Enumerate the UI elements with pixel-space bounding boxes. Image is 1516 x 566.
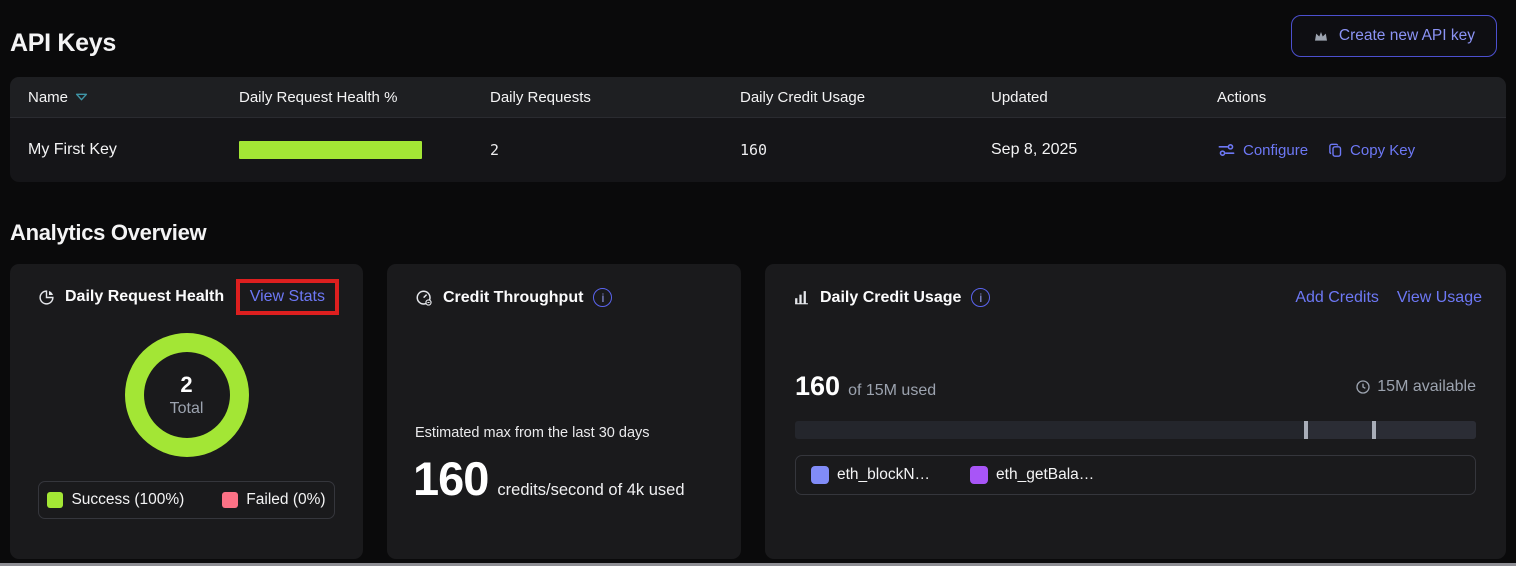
legend-item-success: Success (100%) (47, 491, 184, 509)
copy-icon (1328, 142, 1343, 159)
usage-bar-light-segment (1304, 421, 1476, 439)
api-key-name: My First Key (28, 141, 239, 159)
failed-label: Failed (0%) (246, 491, 325, 509)
daily-credit-usage-value: 160 (740, 141, 991, 159)
card-title-daily-credit-usage: Daily Credit Usage (820, 289, 961, 307)
create-api-key-button[interactable]: Create new API key (1291, 15, 1497, 57)
daily-requests-value: 2 (490, 141, 740, 159)
credits-used-suffix: of 15M used (848, 382, 936, 400)
credit-usage-progress-bar (795, 421, 1476, 439)
credit-throughput-card: Credit Throughput i Estimated max from t… (387, 264, 741, 559)
pie-chart-icon (38, 289, 55, 306)
donut-total-value: 2 (180, 372, 192, 398)
credits-used-value: 160 (795, 371, 840, 402)
configure-button[interactable]: Configure (1217, 142, 1308, 159)
credits-available-label: 15M available (1377, 378, 1476, 396)
info-icon[interactable]: i (971, 288, 990, 307)
column-header-daily-credit-usage: Daily Credit Usage (740, 89, 991, 106)
api-keys-table: Name Daily Request Health % Daily Reques… (10, 77, 1506, 182)
success-label: Success (100%) (71, 491, 184, 509)
view-usage-link[interactable]: View Usage (1397, 289, 1482, 307)
legend-item-eth-getbalance: eth_getBala… (970, 466, 1094, 484)
sliders-icon (1217, 142, 1236, 158)
throughput-description: Estimated max from the last 30 days (415, 425, 741, 441)
throughput-unit: credits/second of 4k used (497, 481, 684, 500)
configure-label: Configure (1243, 142, 1308, 159)
credits-available: 15M available (1355, 378, 1476, 396)
copy-key-label: Copy Key (1350, 142, 1415, 159)
gauge-icon (415, 289, 433, 307)
create-api-key-label: Create new API key (1339, 27, 1475, 45)
card-title-credit-throughput: Credit Throughput (443, 289, 583, 307)
legend-item-failed: Failed (0%) (222, 491, 325, 509)
copy-key-button[interactable]: Copy Key (1328, 142, 1415, 159)
health-legend: Success (100%) Failed (0%) (38, 481, 335, 519)
column-header-name[interactable]: Name (28, 89, 239, 106)
success-swatch (47, 492, 63, 508)
column-header-actions: Actions (1217, 89, 1506, 106)
table-header-row: Name Daily Request Health % Daily Reques… (10, 77, 1506, 118)
health-donut: 2 Total (125, 333, 249, 457)
throughput-value: 160 (413, 451, 488, 506)
donut-total-label: Total (170, 400, 204, 418)
column-header-daily-requests: Daily Requests (490, 89, 740, 106)
usage-marker (1372, 421, 1376, 439)
view-stats-link[interactable]: View Stats (250, 288, 325, 305)
table-row: My First Key 2 160 Sep 8, 2025 Configure… (10, 118, 1506, 182)
health-bar-track (239, 141, 422, 159)
card-title-daily-request-health: Daily Request Health (65, 288, 224, 306)
bar-chart-icon (793, 289, 810, 306)
daily-request-health-card: Daily Request Health View Stats 2 Total … (10, 264, 363, 559)
top-bar: API Keys Create new API key (0, 0, 1516, 77)
eth-blocknumber-swatch (811, 466, 829, 484)
updated-value: Sep 8, 2025 (991, 141, 1217, 159)
column-header-health: Daily Request Health % (239, 89, 490, 106)
crown-icon (1313, 29, 1329, 43)
legend-item-eth-blocknumber: eth_blockN… (811, 466, 930, 484)
analytics-overview-title: Analytics Overview (10, 220, 1516, 246)
eth-blocknumber-label: eth_blockN… (837, 466, 930, 484)
page-title: API Keys (10, 29, 116, 58)
clock-icon (1355, 379, 1371, 395)
health-bar-fill (239, 141, 422, 159)
daily-credit-usage-card: Daily Credit Usage i Add Credits View Us… (765, 264, 1506, 559)
usage-marker (1304, 421, 1308, 439)
info-icon[interactable]: i (593, 288, 612, 307)
failed-swatch (222, 492, 238, 508)
eth-getbalance-label: eth_getBala… (996, 466, 1094, 484)
add-credits-link[interactable]: Add Credits (1295, 289, 1379, 307)
eth-getbalance-swatch (970, 466, 988, 484)
annotation-red-box: View Stats (236, 279, 339, 315)
usage-legend: eth_blockN… eth_getBala… (795, 455, 1476, 495)
sort-chevron-down-icon[interactable] (75, 92, 88, 102)
column-header-updated: Updated (991, 89, 1217, 106)
analytics-cards: Daily Request Health View Stats 2 Total … (10, 264, 1506, 559)
